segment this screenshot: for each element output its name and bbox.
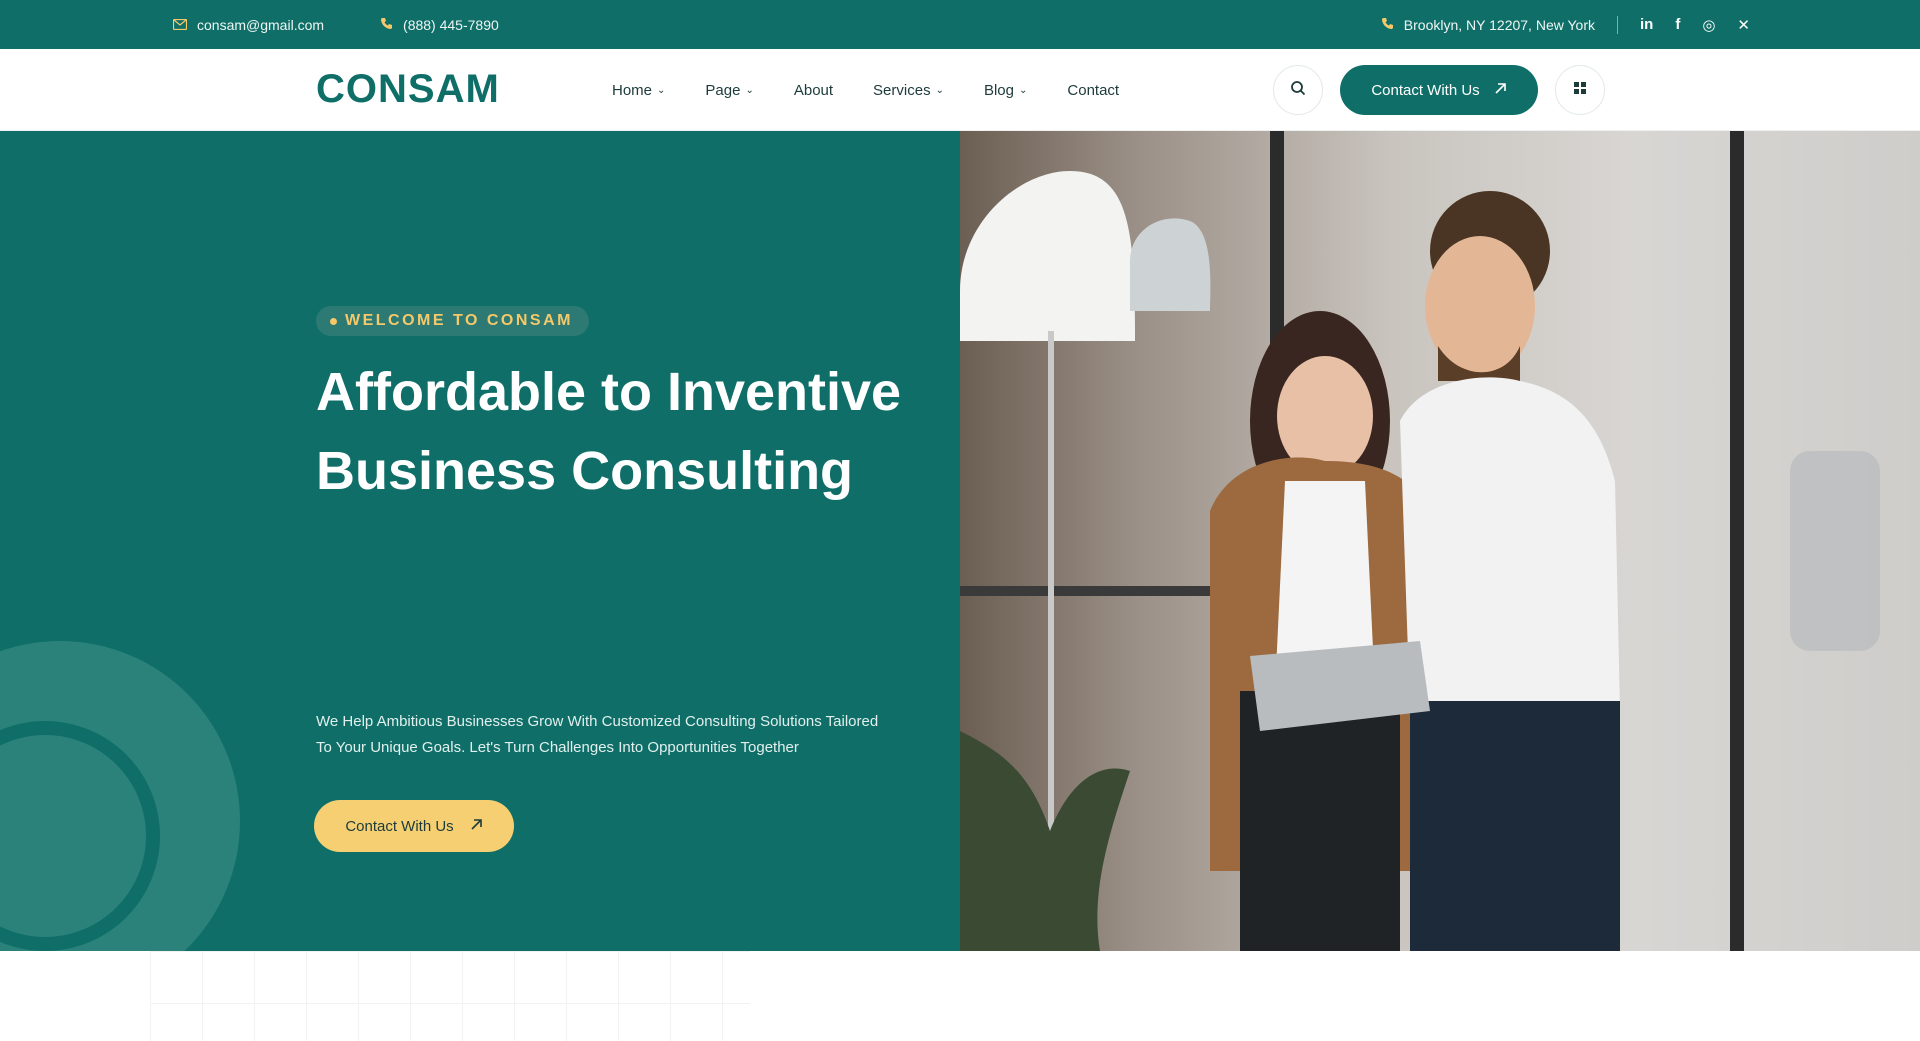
description-line-2: To Your Unique Goals. Let's Turn Challen… [316,739,799,756]
logo[interactable]: CONSAM [316,67,500,112]
social-links: in f ◎ ✕ [1640,16,1750,34]
grid-pattern [150,951,750,1041]
instagram-icon[interactable]: ◎ [1702,16,1715,34]
welcome-badge: WELCOME TO CONSAM [316,306,589,336]
nav-blog-label: Blog [983,81,1014,99]
hero-contact-button[interactable]: Contact With Us [314,800,514,852]
nav-about-label: About [793,81,834,99]
phone-text: (888) 445-7890 [403,16,499,33]
nav-contact[interactable]: Contact [1067,82,1119,99]
hero-contact-label: Contact With Us [345,817,454,835]
search-icon [1290,80,1306,101]
grid-icon [1573,81,1587,100]
hero-photo-illustration [960,131,1880,951]
top-bar-contact: consam@gmail.com (888) 445-7890 [172,0,499,49]
email-text: consam@gmail.com [197,16,325,33]
nav-home[interactable]: Home ⌄ [612,82,665,99]
top-bar: consam@gmail.com (888) 445-7890 Brooklyn… [0,0,1920,49]
address-text: Brooklyn, NY 12207, New York [1403,16,1595,33]
nav-blog[interactable]: Blog ⌄ [984,82,1027,99]
hero-photo [960,131,1920,951]
nav-page[interactable]: Page ⌄ [705,82,753,99]
chevron-down-icon: ⌄ [745,84,754,96]
facebook-icon[interactable]: f [1675,16,1680,33]
linkedin-icon[interactable]: in [1640,16,1653,33]
headline-line-1: Affordable to Inventive [316,362,902,422]
hero-description: We Help Ambitious Businesses Grow With C… [316,709,956,761]
phone-icon [380,17,393,33]
headline-line-2: Business Consulting [316,441,854,501]
header-contact-label: Contact With Us [1371,81,1480,99]
arrow-up-right-icon [470,818,483,835]
description-line-1: We Help Ambitious Businesses Grow With C… [316,713,879,730]
top-bar-right: Brooklyn, NY 12207, New York in f ◎ ✕ [1381,0,1750,49]
top-bar-phone[interactable]: (888) 445-7890 [380,17,499,33]
header: CONSAM Home ⌄ Page ⌄ About Services ⌄ Blog ⌄… [0,49,1920,131]
chevron-down-icon: ⌄ [935,84,944,96]
nav-page-label: Page [705,81,741,99]
badge-dot [330,317,337,325]
nav-services-label: Services [873,81,931,99]
search-button[interactable] [1273,65,1323,115]
chevron-down-icon: ⌄ [657,84,666,96]
nav-about[interactable]: About [794,82,833,99]
header-contact-button[interactable]: Contact With Us [1340,65,1538,115]
logo-text: CONSAM [316,67,500,111]
main-nav: Home ⌄ Page ⌄ About Services ⌄ Blog ⌄ Contac… [612,49,1119,131]
hero-section: WELCOME TO CONSAM Affordable to Inventiv… [0,131,960,951]
below-hero-section [0,951,1920,1041]
menu-grid-button[interactable] [1555,65,1605,115]
nav-home-label: Home [612,81,653,99]
badge-text: WELCOME TO CONSAM [345,312,573,329]
arrow-up-right-icon [1494,82,1507,99]
page: consam@gmail.com (888) 445-7890 Brooklyn… [0,0,1920,1041]
envelope-icon [172,17,188,33]
hero-headline: Affordable to Inventive Business Consult… [316,353,956,511]
chevron-down-icon: ⌄ [1019,84,1028,96]
nav-services[interactable]: Services ⌄ [873,82,944,99]
top-bar-email[interactable]: consam@gmail.com [172,16,325,33]
divider [1616,15,1618,34]
x-twitter-icon[interactable]: ✕ [1737,16,1750,34]
nav-contact-label: Contact [1067,81,1120,99]
top-bar-address: Brooklyn, NY 12207, New York [1381,17,1595,33]
location-icon [1381,17,1394,33]
